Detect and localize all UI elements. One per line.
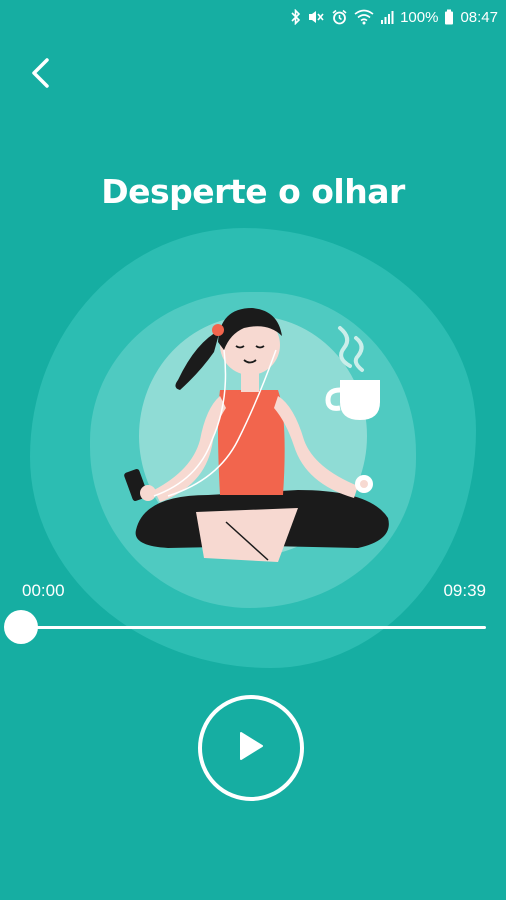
current-time: 00:00	[22, 581, 65, 600]
battery-icon	[444, 9, 454, 25]
status-time: 08:47	[460, 8, 498, 26]
mute-icon	[307, 9, 325, 25]
battery-percent: 100%	[400, 8, 439, 26]
total-time: 09:39	[443, 581, 486, 600]
wifi-icon	[354, 9, 374, 25]
status-bar: 100% 08:47	[0, 0, 506, 34]
seek-bar-thumb[interactable]	[4, 610, 38, 644]
bluetooth-icon	[291, 9, 301, 25]
play-button[interactable]	[198, 695, 304, 801]
alarm-icon	[331, 9, 348, 25]
meditation-illustration	[108, 290, 408, 575]
back-button[interactable]	[20, 55, 60, 95]
signal-icon	[380, 9, 394, 25]
page-title: Desperte o olhar	[101, 172, 405, 211]
seek-bar-track[interactable]	[22, 626, 486, 629]
status-icons: 100% 08:47	[291, 6, 498, 28]
play-icon	[238, 731, 264, 765]
chevron-left-icon	[29, 57, 51, 93]
